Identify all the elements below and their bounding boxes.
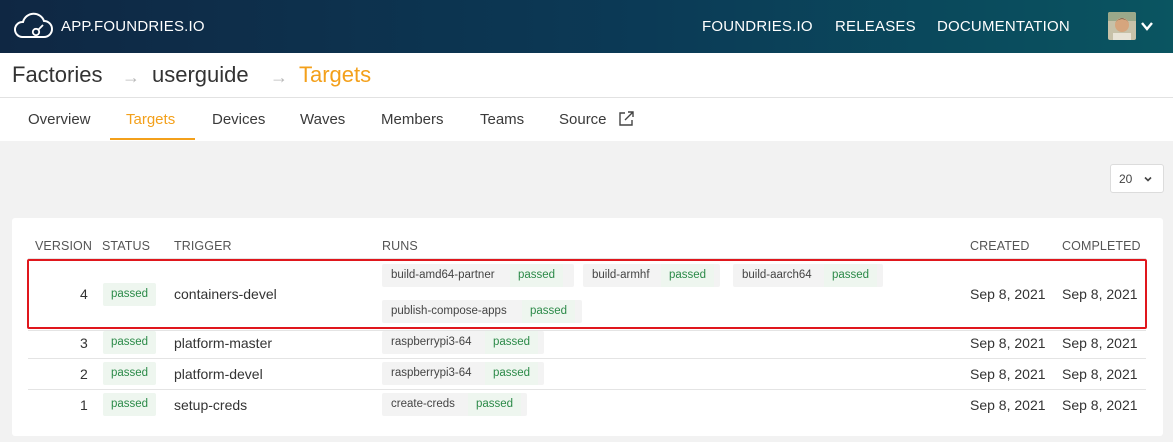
breadcrumb-separator: → bbox=[270, 67, 288, 87]
page-size-select[interactable]: 20 bbox=[1110, 164, 1164, 193]
table-row[interactable]: 4 passed containers-devel build-amd64-pa… bbox=[28, 258, 1146, 331]
run-chip[interactable]: raspberrypi3-64 passed bbox=[382, 362, 544, 385]
run-name: raspberrypi3-64 bbox=[391, 336, 472, 348]
run-name: raspberrypi3-64 bbox=[391, 367, 472, 379]
external-link-icon[interactable] bbox=[617, 110, 635, 128]
active-tab-indicator bbox=[110, 138, 195, 140]
nav-link-releases[interactable]: RELEASES bbox=[835, 18, 916, 35]
tab-overview[interactable]: Overview bbox=[28, 111, 91, 128]
run-chip[interactable]: build-aarch64 passed bbox=[733, 264, 883, 287]
trigger-cell[interactable]: platform-devel bbox=[174, 366, 263, 382]
completed-cell: Sep 8, 2021 bbox=[1062, 286, 1138, 302]
targets-table: VERSION STATUS TRIGGER RUNS CREATED COMP… bbox=[12, 218, 1163, 436]
status-badge: passed bbox=[103, 283, 157, 306]
version-cell: 2 bbox=[80, 366, 88, 382]
run-name: build-amd64-partner bbox=[391, 269, 495, 281]
column-header-runs: RUNS bbox=[382, 239, 418, 253]
run-chip[interactable]: build-amd64-partner passed bbox=[382, 264, 574, 287]
status-badge: passed bbox=[103, 393, 157, 416]
created-cell: Sep 8, 2021 bbox=[970, 366, 1046, 382]
run-status-badge: passed bbox=[824, 264, 878, 287]
nav-link-foundries[interactable]: FOUNDRIES.IO bbox=[702, 18, 813, 35]
run-name: publish-compose-apps bbox=[391, 305, 507, 317]
cloud-logo-icon[interactable] bbox=[12, 11, 54, 41]
column-header-completed: COMPLETED bbox=[1062, 239, 1141, 253]
table-row[interactable]: 1 passed setup-creds create-creds passed… bbox=[28, 390, 1146, 421]
trigger-cell[interactable]: containers-devel bbox=[174, 286, 277, 302]
run-status-badge: passed bbox=[661, 264, 715, 287]
completed-cell: Sep 8, 2021 bbox=[1062, 335, 1138, 351]
chevron-down-icon[interactable] bbox=[1140, 19, 1154, 33]
tab-waves[interactable]: Waves bbox=[300, 111, 345, 128]
tab-source[interactable]: Source bbox=[559, 111, 607, 128]
tab-devices[interactable]: Devices bbox=[212, 111, 265, 128]
column-header-status: STATUS bbox=[102, 239, 151, 253]
created-cell: Sep 8, 2021 bbox=[970, 335, 1046, 351]
run-name: build-armhf bbox=[592, 269, 650, 281]
run-name: build-aarch64 bbox=[742, 269, 812, 281]
run-chip[interactable]: create-creds passed bbox=[382, 393, 527, 416]
trigger-cell[interactable]: platform-master bbox=[174, 335, 272, 351]
run-name: create-creds bbox=[391, 398, 455, 410]
version-cell: 4 bbox=[80, 286, 88, 302]
app-name[interactable]: APP.FOUNDRIES.IO bbox=[61, 18, 205, 35]
breadcrumb-factories[interactable]: Factories bbox=[12, 62, 102, 88]
breadcrumb: Factories → userguide → Targets bbox=[0, 53, 1173, 98]
breadcrumb-targets: Targets bbox=[299, 62, 372, 87]
page-size-value: 20 bbox=[1119, 172, 1133, 186]
run-status-badge: passed bbox=[510, 264, 564, 287]
breadcrumb-separator: → bbox=[122, 67, 140, 87]
version-cell: 1 bbox=[80, 397, 88, 413]
run-status-badge: passed bbox=[485, 331, 539, 354]
chevron-down-icon bbox=[1144, 176, 1152, 182]
run-status-badge: passed bbox=[522, 300, 576, 323]
table-row[interactable]: 2 passed platform-devel raspberrypi3-64 … bbox=[28, 359, 1146, 390]
run-chip[interactable]: build-armhf passed bbox=[583, 264, 720, 287]
top-navigation-bar: APP.FOUNDRIES.IO FOUNDRIES.IO RELEASES D… bbox=[0, 0, 1173, 53]
status-badge: passed bbox=[103, 331, 157, 354]
table-row[interactable]: 3 passed platform-master raspberrypi3-64… bbox=[28, 328, 1146, 359]
column-header-created: CREATED bbox=[970, 239, 1030, 253]
run-status-badge: passed bbox=[468, 393, 522, 416]
tab-members[interactable]: Members bbox=[381, 111, 444, 128]
trigger-cell[interactable]: setup-creds bbox=[174, 397, 247, 413]
tab-targets[interactable]: Targets bbox=[126, 111, 175, 128]
version-cell: 3 bbox=[80, 335, 88, 351]
status-badge: passed bbox=[103, 362, 157, 385]
tab-bar: Overview Targets Devices Waves Members T… bbox=[0, 98, 1173, 141]
column-header-trigger: TRIGGER bbox=[174, 239, 232, 253]
completed-cell: Sep 8, 2021 bbox=[1062, 397, 1138, 413]
created-cell: Sep 8, 2021 bbox=[970, 286, 1046, 302]
run-chip[interactable]: raspberrypi3-64 passed bbox=[382, 331, 544, 354]
run-chip[interactable]: publish-compose-apps passed bbox=[382, 300, 582, 323]
tab-teams[interactable]: Teams bbox=[480, 111, 524, 128]
avatar[interactable] bbox=[1108, 12, 1136, 40]
nav-link-documentation[interactable]: DOCUMENTATION bbox=[937, 18, 1070, 35]
column-header-version: VERSION bbox=[35, 239, 92, 253]
completed-cell: Sep 8, 2021 bbox=[1062, 366, 1138, 382]
run-status-badge: passed bbox=[485, 362, 539, 385]
breadcrumb-userguide[interactable]: userguide bbox=[152, 62, 249, 88]
created-cell: Sep 8, 2021 bbox=[970, 397, 1046, 413]
